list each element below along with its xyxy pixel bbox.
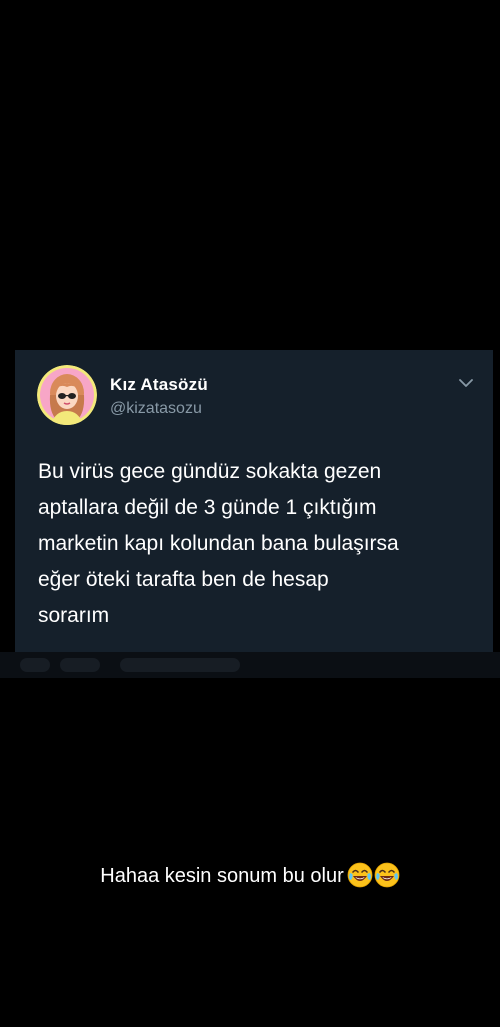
blurred-footer-shape <box>60 658 100 672</box>
tweet-text: Bu virüs gece gündüz sokakta gezen aptal… <box>38 460 399 627</box>
blurred-footer-shape <box>20 658 50 672</box>
story-caption: Hahaa kesin sonum bu olur <box>0 862 500 894</box>
tweet-screenshot-card: Kız Atasözü @kizatasozu Bu virüs gece gü… <box>15 350 493 652</box>
display-name[interactable]: Kız Atasözü <box>110 375 208 395</box>
caption-text: Hahaa kesin sonum bu olur <box>100 865 344 887</box>
tweet-cropped-footer <box>0 652 500 678</box>
caption-emojis <box>346 862 400 894</box>
blurred-footer-shape <box>120 658 240 672</box>
face-with-tears-of-joy-icon <box>374 862 400 888</box>
story-screen: Kız Atasözü @kizatasozu Bu virüs gece gü… <box>0 0 500 1027</box>
cartoon-girl-avatar-icon <box>37 365 97 425</box>
chevron-down-icon[interactable] <box>457 376 475 388</box>
user-handle[interactable]: @kizatasozu <box>110 400 202 418</box>
face-with-tears-of-joy-icon <box>347 862 373 888</box>
